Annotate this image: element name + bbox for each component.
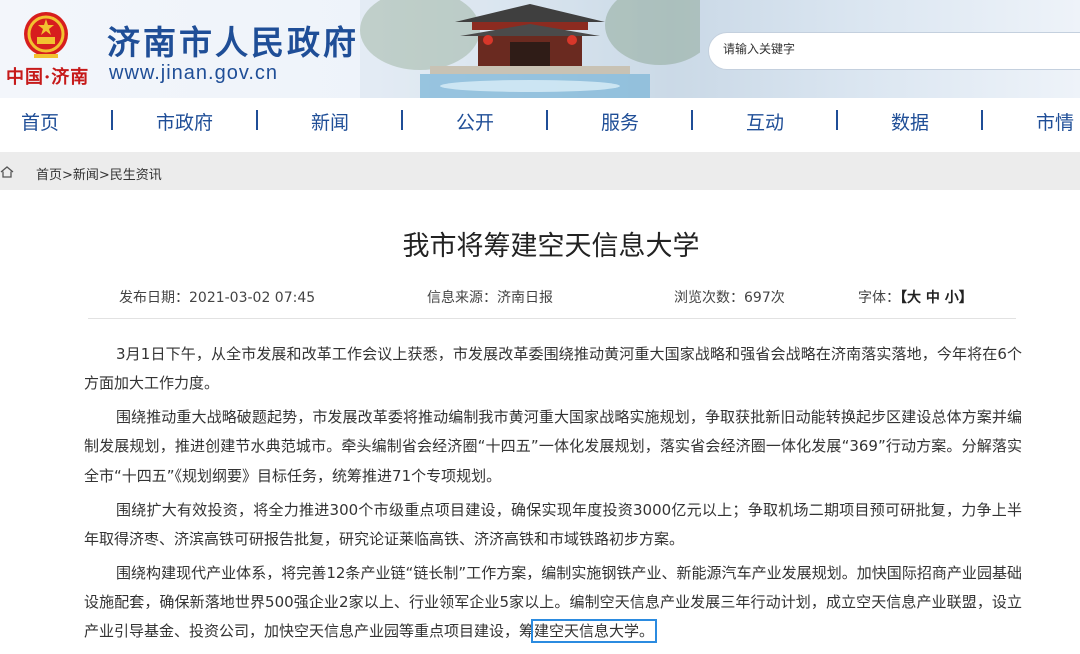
pavilion-scenery-image (360, 0, 700, 98)
nav-separator (981, 110, 983, 130)
nav-item-city-info[interactable]: 市情 (1036, 108, 1074, 135)
breadcrumb-bar: 首页>新闻>民生资讯 (0, 152, 1080, 190)
breadcrumb[interactable]: 首页>新闻>民生资讯 (36, 164, 162, 183)
nav-item-public[interactable]: 公开 (456, 108, 494, 135)
view-count: 浏览次数：697次 (674, 290, 785, 306)
article-paragraph: 围绕扩大有效投资，将全力推进300个市级重点项目建设，确保实现年度投资3000亿… (84, 500, 1022, 548)
article-body: 3月1日下午，从全市发展和改革工作会议上获悉，市发展改革委围绕推动黄河重大国家战… (84, 340, 1022, 651)
nav-separator (401, 110, 403, 130)
national-emblem-icon (24, 12, 68, 58)
site-url: www.jinan.gov.cn (109, 62, 279, 84)
nav-item-services[interactable]: 服务 (601, 108, 639, 135)
meta-divider (88, 318, 1016, 319)
font-size-options[interactable]: 【大 中 小】 (900, 290, 973, 306)
article-paragraph: 围绕构建现代产业体系，将完善12条产业链“链长制”工作方案，编制实施钢铁产业、新… (84, 559, 1022, 647)
article-paragraph: 3月1日下午，从全市发展和改革工作会议上获悉，市发展改革委围绕推动黄河重大国家战… (84, 345, 1022, 393)
search-input[interactable] (723, 42, 1063, 56)
site-header: 济南市人民政府 中国·济南 www.jinan.gov.cn (0, 0, 1080, 98)
home-icon[interactable] (0, 166, 14, 178)
nav-separator (111, 110, 113, 130)
main-nav: 首页 市政府 新闻 公开 服务 互动 数据 市情 (0, 98, 1080, 144)
font-size-control: 字体：【大 中 小】 (858, 287, 973, 307)
nav-item-news[interactable]: 新闻 (311, 108, 349, 135)
brand-calligraphy: 中国·济南 (6, 67, 90, 88)
nav-item-home[interactable]: 首页 (21, 108, 59, 135)
nav-separator (256, 110, 258, 130)
nav-separator (546, 110, 548, 130)
nav-separator (691, 110, 693, 130)
font-size-label: 字体： (858, 290, 900, 306)
article-paragraph: 围绕推动重大战略破题起势，市发展改革委将推动编制我市黄河重大国家战略实施规划，争… (84, 408, 1022, 485)
nav-item-government[interactable]: 市政府 (156, 108, 213, 135)
nav-item-data[interactable]: 数据 (891, 108, 929, 135)
nav-item-interact[interactable]: 互动 (746, 108, 784, 135)
highlighted-text: 建空天信息大学。 (531, 619, 658, 644)
info-source: 信息来源：济南日报 (427, 290, 553, 306)
nav-separator (836, 110, 838, 130)
search-box[interactable] (708, 32, 1080, 70)
article-title: 我市将筹建空天信息大学 (402, 231, 700, 262)
publish-date: 发布日期：2021-03-02 07:45 (119, 290, 316, 306)
site-title: 济南市人民政府 (107, 23, 359, 62)
